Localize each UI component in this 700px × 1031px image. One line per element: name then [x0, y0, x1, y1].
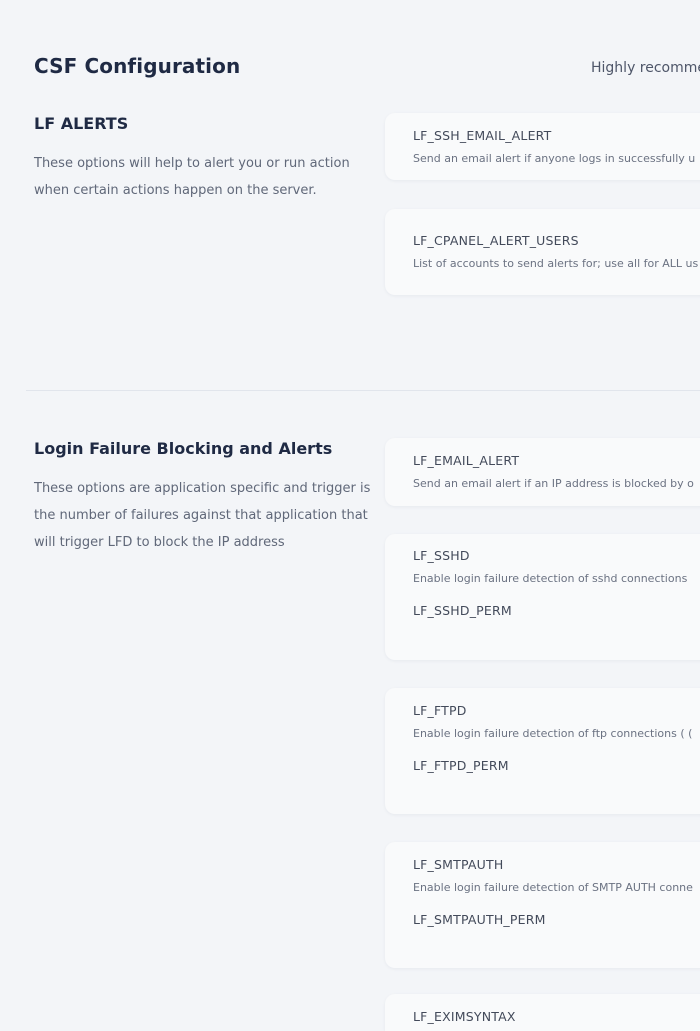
- option-name: LF_FTPD: [413, 703, 467, 718]
- option-description: Enable login failure detection of sshd c…: [413, 572, 688, 585]
- option-name-perm: LF_SSHD_PERM: [413, 603, 512, 618]
- option-name-perm: LF_SMTPAUTH_PERM: [413, 912, 546, 927]
- option-card-lf-email-alert: LF_EMAIL_ALERT Send an email alert if an…: [385, 438, 700, 506]
- section-title-login-failure-blocking: Login Failure Blocking and Alerts: [34, 439, 333, 458]
- option-name: LF_CPANEL_ALERT_USERS: [413, 233, 579, 248]
- option-description: Enable login failure detection of ftp co…: [413, 727, 693, 740]
- option-card-lf-ftpd: LF_FTPD Enable login failure detection o…: [385, 688, 700, 814]
- header-recommendation-note: Highly recomme: [591, 60, 700, 76]
- option-card-lf-sshd: LF_SSHD Enable login failure detection o…: [385, 534, 700, 660]
- option-card-lf-cpanel-alert-users: LF_CPANEL_ALERT_USERS List of accounts t…: [385, 209, 700, 295]
- option-name: LF_SSH_EMAIL_ALERT: [413, 128, 552, 143]
- option-name: LF_EXIMSYNTAX: [413, 1009, 516, 1024]
- option-name: LF_SSHD: [413, 548, 470, 563]
- option-description: Send an email alert if an IP address is …: [413, 477, 694, 490]
- section-title-lf-alerts: LF ALERTS: [34, 114, 129, 133]
- option-name: LF_EMAIL_ALERT: [413, 453, 520, 468]
- option-name-perm: LF_FTPD_PERM: [413, 758, 509, 773]
- option-description: List of accounts to send alerts for; use…: [413, 257, 699, 270]
- page-title: CSF Configuration: [34, 54, 241, 78]
- option-name: LF_SMTPAUTH: [413, 857, 504, 872]
- section-divider: [26, 390, 700, 391]
- option-card-lf-smtpauth: LF_SMTPAUTH Enable login failure detecti…: [385, 842, 700, 968]
- page-root: { "header": { "title": "CSF Configuratio…: [0, 0, 700, 1031]
- section-description-login-failure-blocking: These options are application specific a…: [34, 481, 371, 550]
- option-card-lf-ssh-email-alert: LF_SSH_EMAIL_ALERT Send an email alert i…: [385, 113, 700, 180]
- option-description: Enable login failure detection of SMTP A…: [413, 881, 693, 894]
- option-card-lf-eximsyntax: LF_EXIMSYNTAX: [385, 994, 700, 1031]
- option-description: Send an email alert if anyone logs in su…: [413, 152, 696, 165]
- section-description-lf-alerts: These options will help to alert you or …: [34, 156, 350, 198]
